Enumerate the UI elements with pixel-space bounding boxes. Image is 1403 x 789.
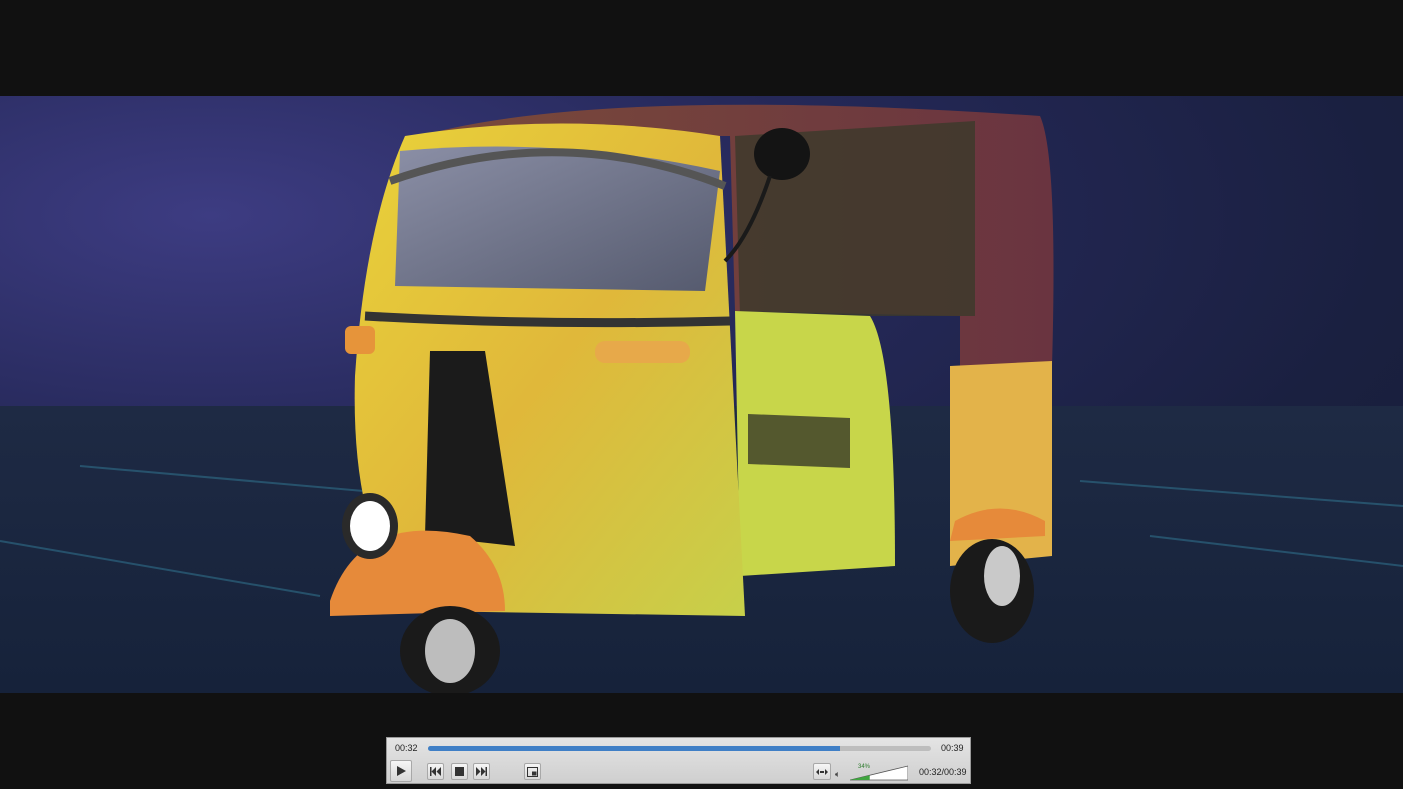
video-frame[interactable]: [0, 96, 1403, 693]
speaker-icon[interactable]: 🔈︎: [835, 769, 840, 780]
previous-button[interactable]: [427, 763, 444, 780]
picture-in-picture-button[interactable]: [524, 763, 541, 780]
play-button[interactable]: [390, 760, 412, 782]
volume-percent: 34%: [858, 764, 871, 770]
picture-in-picture-icon: [527, 766, 538, 777]
elapsed-time: 00:32: [395, 743, 418, 753]
seek-bar-progress: [428, 746, 841, 751]
play-icon: [397, 766, 406, 776]
aspect-ratio-icon: [816, 768, 828, 775]
skip-forward-icon: [476, 767, 487, 776]
video-scene-auto-rickshaw: [0, 104, 1403, 693]
skip-back-icon: [430, 767, 441, 776]
next-button[interactable]: [473, 763, 490, 780]
stop-icon: [455, 767, 464, 776]
total-duration: 00:39: [941, 743, 964, 753]
stop-button[interactable]: [451, 763, 468, 780]
time-readout: 00:32/00:39: [919, 767, 967, 777]
media-player-controls: 00:32 00:39 🔈︎ 34% 00:32/00:39: [386, 737, 971, 784]
aspect-ratio-button[interactable]: [813, 763, 831, 780]
seek-bar[interactable]: [428, 746, 931, 751]
